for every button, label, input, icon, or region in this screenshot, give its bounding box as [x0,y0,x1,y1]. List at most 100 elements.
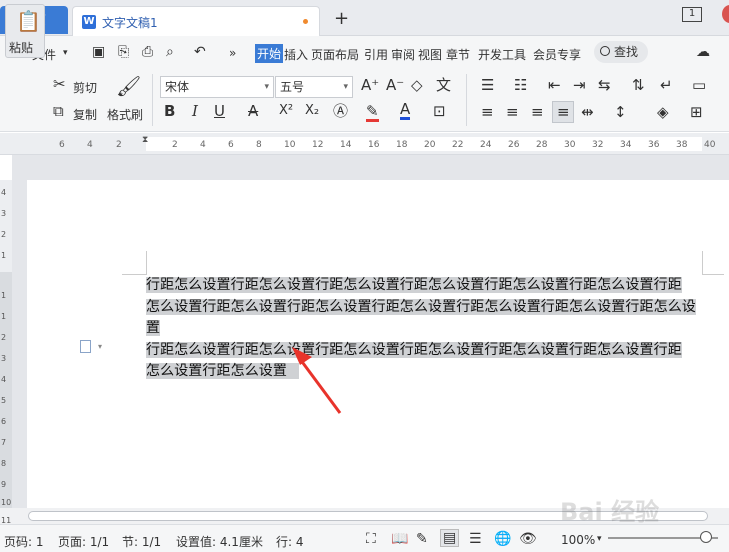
read-mode-icon[interactable]: 📖 [391,531,408,547]
chevron-down-icon[interactable]: ▾ [63,48,68,58]
grow-font-icon[interactable]: A⁺ [361,78,379,93]
font-name-select[interactable]: 宋体 ▾ [160,76,274,98]
scissors-icon[interactable]: ✂ [53,77,66,92]
chevron-down-icon: ▾ [264,82,269,92]
copy-icon[interactable]: ⧉ [53,104,64,119]
clear-format-icon[interactable]: ◇ [411,78,423,93]
ruler-number: 2 [116,140,122,150]
preview-icon[interactable]: ⌕ [166,44,174,60]
vertical-ruler-number: 6 [1,417,7,426]
numbered-list-icon[interactable]: ☷ [514,78,527,93]
chevron-down-icon[interactable]: ▾ [98,342,102,351]
chevron-down-icon[interactable]: ▾ [597,534,602,544]
outline-view-icon[interactable]: ☰ [469,531,482,547]
menu-developer[interactable]: 开发工具 [478,46,526,63]
window-count-icon[interactable]: 1 [682,7,702,22]
ruler-number: 2 [172,140,178,150]
menu-start[interactable]: 开始 [255,44,284,63]
show-marks-icon[interactable]: ↵ [660,78,673,93]
ruler-number: 10 [284,140,296,150]
ruler-number: 38 [676,140,688,150]
increase-indent-icon[interactable]: ⇥ [573,78,586,93]
eye-protect-icon[interactable]: 👁 [519,531,537,547]
status-pages: 页面: 1/1 [58,535,110,549]
edit-mode-icon[interactable]: ✎ [416,531,428,547]
indent-marker-icon[interactable]: ⧗ [142,135,148,145]
borders-icon[interactable]: ⊞ [690,105,703,120]
selected-text[interactable]: 行距怎么设置行距怎么设置行距怎么设置行距怎么设置行距怎么设置行距怎么设置行距 [146,341,682,358]
vertical-ruler-number: 10 [1,498,12,507]
clipboard-icon: 📋 [16,9,41,33]
tab-document[interactable]: W 文字文稿1 [72,6,320,36]
zoom-slider-knob[interactable] [700,531,712,543]
align-center-icon[interactable]: ≡ [506,105,519,120]
align-left-icon[interactable]: ≡ [481,105,494,120]
align-right-icon[interactable]: ≡ [531,105,544,120]
menu-more-icon[interactable]: » [229,46,236,60]
ruler-number: 18 [396,140,408,150]
new-tab-button[interactable]: + [334,8,349,29]
decrease-indent-icon[interactable]: ⇤ [548,78,561,93]
undo-icon[interactable]: ↶ [194,44,206,60]
selected-text[interactable]: 怎么设置行距怎么设置 [146,363,299,379]
page-view-icon[interactable]: ▤ [440,529,460,547]
document-body[interactable]: 行距怎么设置行距怎么设置行距怎么设置行距怎么设置行距怎么设置行距怎么设置行距 怎… [146,275,702,383]
print-icon[interactable]: ⎙ [142,44,153,60]
menu-view[interactable]: 视图 [418,46,442,63]
paragraph-layout-icon[interactable] [80,340,91,353]
export-icon[interactable]: ⎘ [118,44,129,60]
pinyin-icon[interactable]: 文 [436,78,451,93]
table-insert-icon[interactable]: ▭ [692,78,706,93]
ruler-number: 26 [508,140,520,150]
paste-button[interactable]: 📋 粘贴 [5,4,45,58]
text-direction-icon[interactable]: ⇆ [598,78,611,93]
chevron-down-icon: ▾ [343,82,348,92]
distribute-icon[interactable]: ⇹ [581,105,594,120]
ruler-number: 4 [200,140,206,150]
bold-button[interactable]: B [164,104,175,119]
menu-member[interactable]: 会员专享 [533,46,581,63]
line-spacing-icon[interactable]: ↕ [614,105,627,120]
cloud-icon[interactable]: ☁ [696,44,710,60]
strikethrough-button[interactable]: A [248,104,258,119]
italic-button[interactable]: I [192,104,198,119]
shrink-font-icon[interactable]: A⁻ [386,78,404,93]
vertical-ruler-number: 1 [1,251,7,260]
superscript-button[interactable]: X² [279,104,293,117]
menu-page-layout[interactable]: 页面布局 [311,46,359,63]
menu-chapter[interactable]: 章节 [446,46,470,63]
bullet-list-icon[interactable]: ☰ [481,78,494,93]
ruler-number: 6 [59,140,65,150]
char-border-icon[interactable]: ⊡ [433,104,446,119]
menu-insert[interactable]: 插入 [284,46,308,63]
search-button[interactable]: 查找 [594,41,648,63]
underline-button[interactable]: U [214,104,225,119]
shading-icon[interactable]: ◈ [657,105,669,120]
selected-text[interactable]: 怎么设置行距怎么设置行距怎么设置行距怎么设置行距怎么设置行距怎么设置行距怎么设置 [146,298,696,336]
ruler-number: 16 [368,140,380,150]
web-view-icon[interactable]: 🌐 [494,531,511,547]
vertical-ruler-number: 11 [1,516,12,525]
subscript-button[interactable]: X₂ [305,104,319,117]
selected-text[interactable]: 行距怎么设置行距怎么设置行距怎么设置行距怎么设置行距怎么设置行距怎么设置行距 [146,277,682,293]
fullscreen-icon[interactable]: ⛶ [366,531,376,547]
format-painter-icon[interactable]: 🖌 [116,76,141,96]
save-icon[interactable]: ▣ [92,44,105,60]
cut-button[interactable]: 剪切 [73,79,97,96]
status-row: 行: 4 [276,535,304,549]
tab-document-title: 文字文稿1 [102,16,158,30]
copy-button[interactable]: 复制 [73,106,97,123]
margin-corner [702,251,703,275]
zoom-level[interactable]: 100% [561,533,595,547]
margin-corner [702,274,724,275]
justify-icon[interactable]: ≡ [552,101,574,123]
sort-icon[interactable]: ⇅ [632,78,645,93]
menu-review[interactable]: 审阅 [391,46,415,63]
menu-references[interactable]: 引用 [364,46,388,63]
font-size-select[interactable]: 五号 ▾ [275,76,353,98]
format-painter-button[interactable]: 格式刷 [107,106,143,123]
highlight-icon[interactable]: ✎ [366,104,379,122]
ruler-number: 20 [424,140,436,150]
text-effect-icon[interactable]: Ⓐ [333,104,348,119]
font-color-button[interactable]: A [400,102,411,120]
